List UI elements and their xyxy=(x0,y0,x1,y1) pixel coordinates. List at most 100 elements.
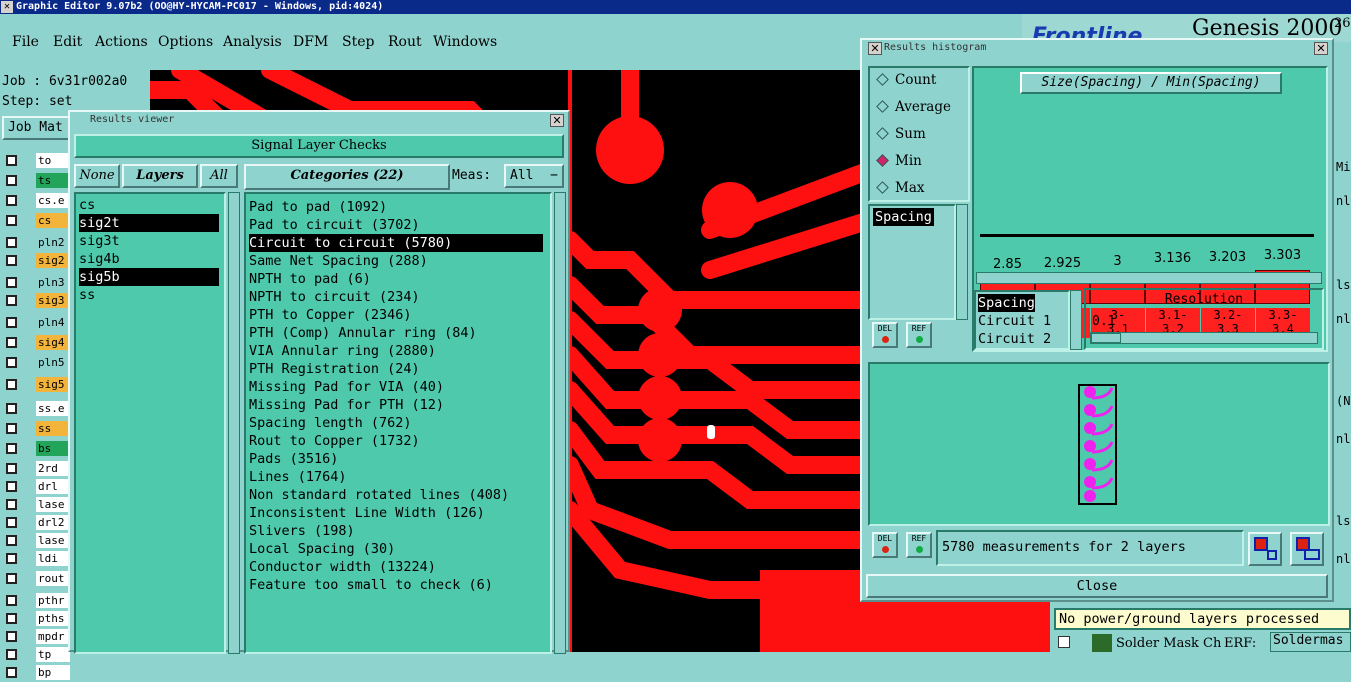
category-list-item[interactable]: PTH (Comp) Annular ring (84) xyxy=(249,324,477,342)
checkbox-icon[interactable] xyxy=(6,295,17,306)
layer-row[interactable]: lase xyxy=(2,496,70,514)
layer-row[interactable]: pln2 xyxy=(2,234,70,252)
layer-row[interactable]: to xyxy=(2,152,70,170)
categories-list[interactable]: Pad to pad (1092) Pad to circuit (3702) Ci… xyxy=(244,192,552,654)
ref-button-bottom[interactable]: REF xyxy=(906,532,932,558)
horizontal-scrollbar[interactable] xyxy=(976,272,1322,284)
category-list-item[interactable]: PTH Registration (24) xyxy=(249,360,420,378)
category-list-item[interactable]: Rout to Copper (1732) xyxy=(249,432,420,450)
erf-value[interactable]: Soldermas xyxy=(1270,632,1351,652)
checkbox-icon[interactable] xyxy=(6,573,17,584)
menu-analysis[interactable]: Analysis xyxy=(223,34,282,50)
layer-row[interactable]: sig3 xyxy=(2,292,70,310)
checkbox-icon[interactable] xyxy=(6,595,17,606)
checkbox-icon[interactable] xyxy=(6,403,17,414)
close-button[interactable]: Close xyxy=(866,574,1328,598)
attribute-option[interactable]: Spacing xyxy=(978,294,1035,312)
close-icon[interactable]: ✕ xyxy=(550,114,564,127)
menu-actions[interactable]: Actions xyxy=(95,34,148,50)
category-list-item[interactable]: Missing Pad for VIA (40) xyxy=(249,378,444,396)
layer-row[interactable]: cs.e xyxy=(2,192,70,210)
menu-dfm[interactable]: DFM xyxy=(293,34,328,50)
attribute-item[interactable]: Spacing xyxy=(873,208,934,226)
layer-list-item[interactable]: sig2t xyxy=(79,214,219,232)
mode-min-radio[interactable]: Min xyxy=(876,153,922,169)
del-button[interactable]: DEL xyxy=(872,322,898,348)
menu-windows[interactable]: Windows xyxy=(433,34,497,50)
layer-row[interactable]: cs xyxy=(2,212,70,230)
attribute-select-scrollbar[interactable] xyxy=(1070,290,1082,350)
layer-row[interactable]: drl2 xyxy=(2,514,70,532)
checkbox-icon[interactable] xyxy=(6,553,17,564)
menu-file[interactable]: File xyxy=(12,34,39,50)
layer-list-item[interactable]: ss xyxy=(79,286,219,304)
category-list-item[interactable]: Pad to pad (1092) xyxy=(249,198,387,216)
layer-row[interactable]: ss.e xyxy=(2,400,70,418)
checkbox-icon[interactable] xyxy=(6,499,17,510)
layer-row[interactable]: pln4 xyxy=(2,314,70,332)
attribute-list[interactable]: Spacing xyxy=(868,204,956,320)
checkbox-icon[interactable] xyxy=(6,423,17,434)
checkbox-icon[interactable] xyxy=(6,237,17,248)
mode-count-radio[interactable]: Count xyxy=(876,72,936,88)
category-list-item[interactable]: Non standard rotated lines (408) xyxy=(249,486,509,504)
layer-row[interactable]: ts xyxy=(2,172,70,190)
layers-button[interactable]: Layers xyxy=(122,164,198,188)
layer-list-item[interactable]: cs xyxy=(79,196,219,214)
mode-max-radio[interactable]: Max xyxy=(876,180,925,196)
layer-row[interactable]: bs xyxy=(2,440,70,458)
checkbox-icon[interactable] xyxy=(6,337,17,348)
all-button[interactable]: All xyxy=(200,164,238,188)
category-list-item[interactable]: Feature too small to check (6) xyxy=(249,576,493,594)
categories-scrollbar[interactable] xyxy=(554,192,566,654)
category-list-item[interactable]: Missing Pad for PTH (12) xyxy=(249,396,444,414)
layer-row[interactable]: pthr xyxy=(2,592,70,610)
checkbox-icon[interactable] xyxy=(6,517,17,528)
checkbox-icon[interactable] xyxy=(6,667,17,678)
layer-row[interactable]: bp xyxy=(2,664,70,682)
menu-step[interactable]: Step xyxy=(342,34,374,50)
checkbox-icon[interactable] xyxy=(6,277,17,288)
checkbox-icon[interactable] xyxy=(6,613,17,624)
layer-row[interactable]: pln3 xyxy=(2,274,70,292)
layer-list-item[interactable]: sig5b xyxy=(79,268,219,286)
meas-select[interactable]: All − xyxy=(504,164,564,188)
category-list-item[interactable]: Spacing length (762) xyxy=(249,414,412,432)
resolution-slider[interactable] xyxy=(1090,332,1318,344)
checkbox-icon[interactable] xyxy=(6,357,17,368)
layer-row[interactable]: pln5 xyxy=(2,354,70,372)
zoom-in-icon[interactable] xyxy=(1248,532,1282,566)
attribute-scrollbar[interactable] xyxy=(956,204,968,320)
checkbox-icon[interactable] xyxy=(6,631,17,642)
category-list-item[interactable]: Pads (3516) xyxy=(249,450,338,468)
layer-row[interactable]: sig4 xyxy=(2,334,70,352)
attribute-option[interactable]: Circuit 1 xyxy=(978,312,1051,330)
category-list-item[interactable]: Circuit to circuit (5780) xyxy=(249,234,543,252)
category-list-item[interactable]: PTH to Copper (2346) xyxy=(249,306,412,324)
checkbox-icon[interactable] xyxy=(6,155,17,166)
layers-list[interactable]: cs sig2t sig3t sig4b sig5b ss xyxy=(74,192,226,654)
layer-row[interactable]: sig2 xyxy=(2,252,70,270)
checkbox-icon[interactable] xyxy=(6,317,17,328)
category-list-item[interactable]: Slivers (198) xyxy=(249,522,355,540)
layer-row[interactable]: pths xyxy=(2,610,70,628)
layer-row[interactable]: 2rd xyxy=(2,460,70,478)
menu-options[interactable]: Options xyxy=(158,34,213,50)
menu-rout[interactable]: Rout xyxy=(388,34,422,50)
layer-row[interactable]: ss xyxy=(2,420,70,438)
checkbox-icon[interactable] xyxy=(6,255,17,266)
checkbox-icon[interactable] xyxy=(6,215,17,226)
category-list-item[interactable]: VIA Annular ring (2880) xyxy=(249,342,436,360)
attribute-option[interactable]: Circuit 2 xyxy=(978,330,1051,348)
attribute-select-list[interactable]: Spacing Circuit 1 Circuit 2 xyxy=(974,290,1070,350)
layer-row[interactable]: tp xyxy=(2,646,70,664)
layer-row[interactable]: drl xyxy=(2,478,70,496)
checkbox-icon[interactable] xyxy=(6,649,17,660)
checkbox-icon[interactable] xyxy=(6,481,17,492)
category-list-item[interactable]: NPTH to circuit (234) xyxy=(249,288,420,306)
category-list-item[interactable]: Inconsistent Line Width (126) xyxy=(249,504,485,522)
layers-scrollbar[interactable] xyxy=(228,192,240,654)
checkbox-icon[interactable] xyxy=(6,175,17,186)
layer-row[interactable]: rout xyxy=(2,570,70,588)
mode-average-radio[interactable]: Average xyxy=(876,99,951,115)
